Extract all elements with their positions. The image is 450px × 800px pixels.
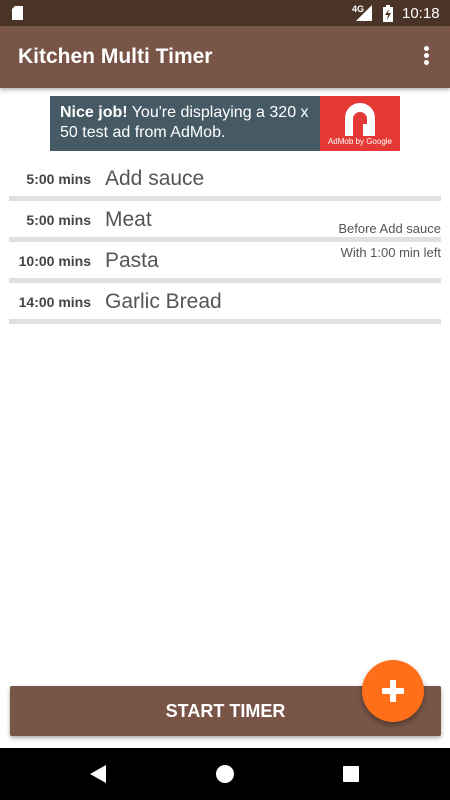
timer-duration: 14:00 mins bbox=[18, 294, 91, 310]
recents-icon[interactable] bbox=[343, 766, 359, 782]
app-title: Kitchen Multi Timer bbox=[18, 45, 213, 68]
overflow-menu-icon[interactable] bbox=[414, 44, 438, 70]
timer-name: Garlic Bread bbox=[105, 290, 222, 313]
timer-list: 5:00 mins Add sauce 5:00 mins Meat 10:00… bbox=[9, 160, 441, 324]
ad-headline: Nice job! bbox=[60, 104, 128, 121]
ad-text: Nice job! You're displaying a 320 x 50 t… bbox=[60, 103, 320, 143]
timer-duration: 5:00 mins bbox=[26, 212, 91, 228]
add-timer-button[interactable] bbox=[362, 660, 424, 722]
navigation-bar bbox=[0, 748, 450, 800]
app-bar: Kitchen Multi Timer bbox=[0, 26, 450, 88]
ad-banner[interactable]: Nice job! You're displaying a 320 x 50 t… bbox=[50, 96, 400, 151]
timer-duration: 5:00 mins bbox=[26, 171, 91, 187]
admob-logo: AdMob by Google bbox=[320, 96, 400, 151]
timer-note-remaining: With 1:00 min left bbox=[340, 245, 441, 260]
status-bar: 4G 10:18 bbox=[0, 0, 450, 26]
status-time: 10:18 bbox=[402, 5, 440, 22]
timer-duration: 10:00 mins bbox=[18, 253, 91, 269]
timer-row[interactable]: 5:00 mins Add sauce bbox=[9, 160, 441, 201]
row-divider bbox=[9, 319, 441, 324]
admob-icon bbox=[345, 103, 375, 136]
home-icon[interactable] bbox=[216, 765, 234, 783]
battery-charging-icon bbox=[383, 5, 393, 22]
ad-brand-caption: AdMob by Google bbox=[327, 137, 393, 146]
timer-name: Add sauce bbox=[105, 167, 205, 190]
sd-card-icon bbox=[12, 6, 23, 20]
timer-note-before: Before Add sauce bbox=[338, 221, 441, 236]
timer-name: Meat bbox=[105, 208, 152, 231]
back-icon[interactable] bbox=[90, 765, 106, 783]
timer-row[interactable]: 14:00 mins Garlic Bread bbox=[9, 283, 441, 324]
timer-name: Pasta bbox=[105, 249, 159, 272]
signal-icon bbox=[356, 5, 372, 21]
